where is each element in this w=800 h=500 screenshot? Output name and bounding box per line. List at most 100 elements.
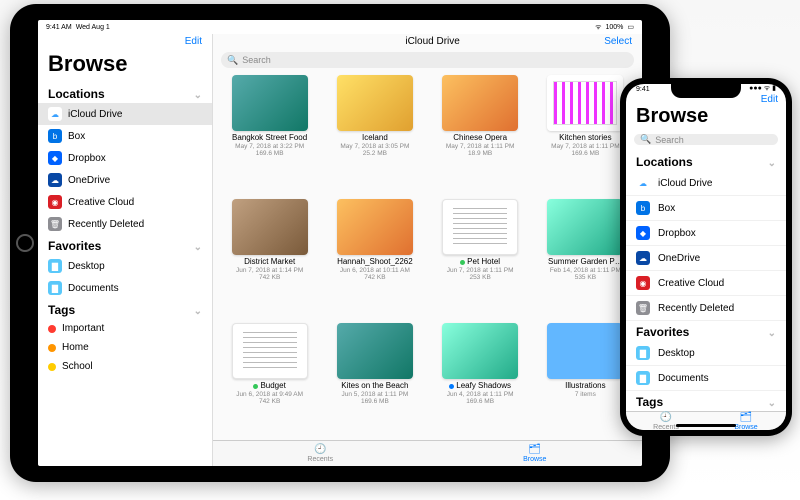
file-date: Jun 4, 2018 at 1:11 PM xyxy=(447,391,514,398)
sidebar-item-desktop[interactable]: ▇Desktop xyxy=(626,341,786,366)
sidebar-item-label: Dropbox xyxy=(658,228,696,239)
sidebar-item-label: Home xyxy=(62,342,89,353)
locations-header[interactable]: Locations xyxy=(38,83,212,103)
favorites-header[interactable]: Favorites xyxy=(626,321,786,341)
edit-button[interactable]: Edit xyxy=(761,94,778,105)
tab-recents[interactable]: 🕘Recents xyxy=(213,441,428,466)
sidebar-item-label: Documents xyxy=(658,373,709,384)
status-bar: 9:41 AM Wed Aug 1 ᯤ 100% ▭ xyxy=(38,20,642,34)
search-icon: 🔍 xyxy=(227,55,238,66)
select-button[interactable]: Select xyxy=(604,36,632,47)
sidebar-item-icloud-drive[interactable]: ☁ iCloud Drive xyxy=(626,171,786,196)
file-size: 25.2 MB xyxy=(363,150,387,157)
sidebar-item-dropbox[interactable]: ◆Dropbox xyxy=(626,221,786,246)
search-input[interactable]: 🔍Search xyxy=(634,134,778,145)
file-date: Jun 7, 2018 at 1:11 PM xyxy=(447,267,514,274)
home-indicator[interactable] xyxy=(676,424,736,427)
sidebar-item-icloud-drive[interactable]: ☁iCloud Drive xyxy=(38,103,212,125)
sidebar-item-box[interactable]: bBox xyxy=(626,196,786,221)
file-thumbnail xyxy=(547,323,623,379)
file-thumbnail xyxy=(232,75,308,131)
file-date: Feb 14, 2018 at 1:11 PM xyxy=(550,267,621,274)
file-thumbnail xyxy=(442,75,518,131)
file-date: Jun 5, 2018 at 1:11 PM xyxy=(342,391,409,398)
battery-icon: ▭ xyxy=(627,23,634,31)
tab-browse[interactable]: 🗂Browse xyxy=(706,412,786,430)
file-date: May 7, 2018 at 1:11 PM xyxy=(446,143,515,150)
edit-button[interactable]: Edit xyxy=(185,36,202,47)
sidebar-item-label: Desktop xyxy=(658,348,695,359)
locations-header[interactable]: Locations xyxy=(626,151,786,171)
tab-label: Recents xyxy=(307,456,333,463)
sidebar-item-label: OneDrive xyxy=(658,253,700,264)
onedrive-icon: ☁ xyxy=(636,251,650,265)
browse-sidebar: Edit Browse Locations ☁iCloud Drive bBox… xyxy=(38,34,213,466)
sidebar-item-dropbox[interactable]: ◆Dropbox xyxy=(38,147,212,169)
sidebar-item-documents[interactable]: ▇Documents xyxy=(626,366,786,391)
tab-bar: 🕘Recents 🗂Browse xyxy=(626,411,786,430)
file-item[interactable]: Leafy ShadowsJun 4, 2018 at 1:11 PM169.6… xyxy=(430,323,531,440)
file-size: 535 KB xyxy=(575,274,596,281)
sidebar-item-onedrive[interactable]: ☁ OneDrive xyxy=(626,246,786,271)
file-size: 169.6 MB xyxy=(361,398,389,405)
file-size: 742 KB xyxy=(259,274,280,281)
file-item[interactable]: Chinese OperaMay 7, 2018 at 1:11 PM18.9 … xyxy=(430,75,531,195)
trash-icon: 🗑 xyxy=(48,217,62,231)
tab-recents[interactable]: 🕘Recents xyxy=(626,412,706,430)
sidebar-item-recently-deleted[interactable]: 🗑 Recently Deleted xyxy=(626,296,786,321)
sidebar-item-label: iCloud Drive xyxy=(658,178,712,189)
folder-icon: ▇ xyxy=(48,281,62,295)
tab-browse[interactable]: 🗂Browse xyxy=(428,441,643,466)
home-button[interactable] xyxy=(16,234,34,252)
chevron-down-icon xyxy=(768,325,776,339)
folder-icon: 🗂 xyxy=(740,412,753,423)
file-name: Summer Garden P… xyxy=(548,258,623,267)
sidebar-item-label: Recently Deleted xyxy=(68,219,144,230)
file-name: Illustrations xyxy=(565,382,605,391)
file-item[interactable]: Hannah_Shoot_2262Jun 6, 2018 at 10:11 AM… xyxy=(324,199,425,319)
trash-icon: 🗑 xyxy=(636,301,650,315)
search-input[interactable]: 🔍 Search xyxy=(221,52,634,68)
favorites-label: Favorites xyxy=(636,325,689,339)
tab-label: Browse xyxy=(523,456,546,463)
sidebar-item-label: Recently Deleted xyxy=(658,303,734,314)
search-placeholder: Search xyxy=(655,135,684,145)
file-thumbnail xyxy=(547,199,623,255)
sidebar-tag-important[interactable]: Important xyxy=(38,319,212,338)
file-item[interactable]: BudgetJun 6, 2018 at 9:49 AM742 KB xyxy=(219,323,320,440)
file-size: 169.6 MB xyxy=(571,150,599,157)
file-size: 253 KB xyxy=(469,274,490,281)
file-item[interactable]: Bangkok Street FoodMay 7, 2018 at 3:22 P… xyxy=(219,75,320,195)
favorites-header[interactable]: Favorites xyxy=(38,235,212,255)
sidebar-item-desktop[interactable]: ▇Desktop xyxy=(38,255,212,277)
file-item[interactable]: IcelandMay 7, 2018 at 3:05 PM25.2 MB xyxy=(324,75,425,195)
sidebar-tag-home[interactable]: Home xyxy=(38,338,212,357)
status-time: 9:41 AM xyxy=(46,24,72,31)
sidebar-item-label: Creative Cloud xyxy=(658,278,724,289)
file-item[interactable]: Pet HotelJun 7, 2018 at 1:11 PM253 KB xyxy=(430,199,531,319)
sidebar-item-creative-cloud[interactable]: ◉Creative Cloud xyxy=(626,271,786,296)
iphone-screen: 9:41 ●●● ᯤ ▮ Edit Browse 🔍Search Locatio… xyxy=(626,84,786,430)
sidebar-item-box[interactable]: bBox xyxy=(38,125,212,147)
main-content: iCloud Drive Select 🔍 Search Bangkok Str… xyxy=(213,34,642,466)
file-size: 742 KB xyxy=(364,274,385,281)
sidebar-item-label: OneDrive xyxy=(68,175,110,186)
folder-icon: ▇ xyxy=(48,259,62,273)
sidebar-item-recently-deleted[interactable]: 🗑 Recently Deleted xyxy=(38,213,212,235)
tags-header[interactable]: Tags xyxy=(38,299,212,319)
tags-header[interactable]: Tags xyxy=(626,391,786,411)
sidebar-item-creative-cloud[interactable]: ◉Creative Cloud xyxy=(38,191,212,213)
icloud-icon: ☁ xyxy=(636,176,650,190)
chevron-down-icon xyxy=(194,239,202,253)
sidebar-tag-school[interactable]: School xyxy=(38,357,212,376)
file-item[interactable]: Kites on the BeachJun 5, 2018 at 1:11 PM… xyxy=(324,323,425,440)
file-item[interactable]: District MarketJun 7, 2018 at 1:14 PM742… xyxy=(219,199,320,319)
sidebar-item-documents[interactable]: ▇Documents xyxy=(38,277,212,299)
file-name: District Market xyxy=(244,258,295,267)
file-thumbnail xyxy=(232,323,308,379)
file-size: 18.9 MB xyxy=(468,150,492,157)
locations-label: Locations xyxy=(48,87,105,101)
sidebar-item-onedrive[interactable]: ☁OneDrive xyxy=(38,169,212,191)
file-name: Iceland xyxy=(362,134,388,143)
file-name: Kites on the Beach xyxy=(341,382,408,391)
